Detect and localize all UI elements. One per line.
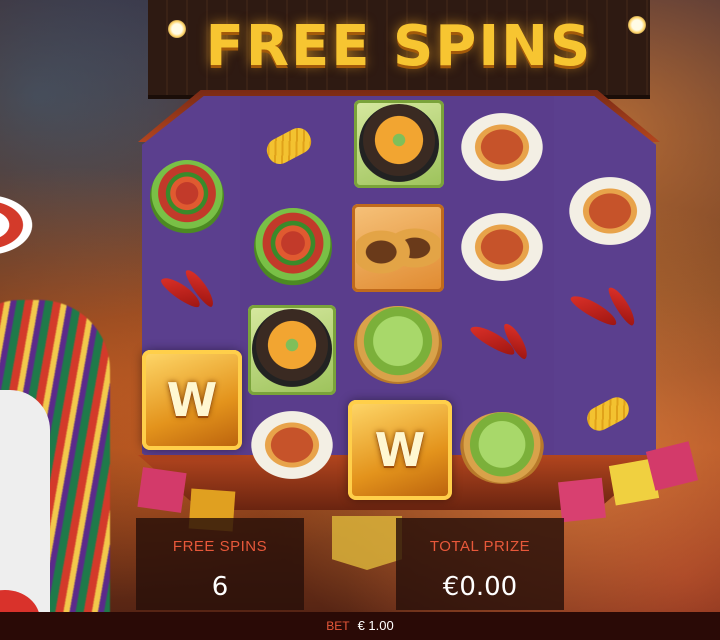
total-prize-panel: TOTAL PRIZE €0.00	[396, 518, 564, 610]
salsa-bowl-symbol	[150, 160, 224, 234]
tacos-tile	[352, 204, 444, 292]
mariachi-character	[0, 190, 120, 640]
sombrero-icon	[0, 190, 40, 260]
guacamole-bowl-symbol	[354, 306, 442, 384]
wild-symbol: W	[348, 400, 452, 500]
free-spins-label: FREE SPINS	[172, 538, 268, 555]
bet-label: BET	[326, 619, 350, 633]
fries-plate-symbol	[460, 212, 544, 282]
bet-value: € 1.00	[357, 618, 394, 633]
total-prize-value: €0.00	[442, 572, 518, 602]
total-prize-label: TOTAL PRIZE	[429, 538, 531, 555]
free-spins-title: FREE SPINS	[205, 14, 593, 79]
wild-letter: W	[166, 373, 218, 427]
free-spins-count: 6	[211, 572, 229, 602]
bet-row: BET € 1.00	[0, 618, 720, 633]
wild-symbol: W	[142, 350, 242, 450]
bottom-bar: BET € 1.00	[0, 612, 720, 640]
fries-plate-symbol	[568, 176, 652, 246]
free-spins-panel: FREE SPINS 6	[136, 518, 304, 610]
wild-letter: W	[374, 423, 426, 477]
fries-plate-symbol	[460, 112, 544, 182]
tacos-symbol	[356, 208, 440, 288]
nachos-tile	[354, 100, 444, 188]
nachos-tile	[248, 305, 336, 395]
papel-picado-flag	[137, 467, 187, 513]
guacamole-bowl-symbol	[460, 412, 544, 484]
salsa-bowl-symbol	[254, 208, 332, 286]
nachos-bowl-symbol	[252, 309, 332, 389]
game-background: FREE SPINS W W FREE SPINS 6 TOTAL PRIZE …	[0, 0, 720, 640]
slot-frame: FREE SPINS W W	[138, 0, 660, 520]
papel-picado-flag	[558, 477, 606, 523]
center-ornament	[332, 516, 402, 570]
nachos-bowl-symbol	[359, 104, 439, 184]
fries-plate-symbol	[250, 410, 334, 480]
